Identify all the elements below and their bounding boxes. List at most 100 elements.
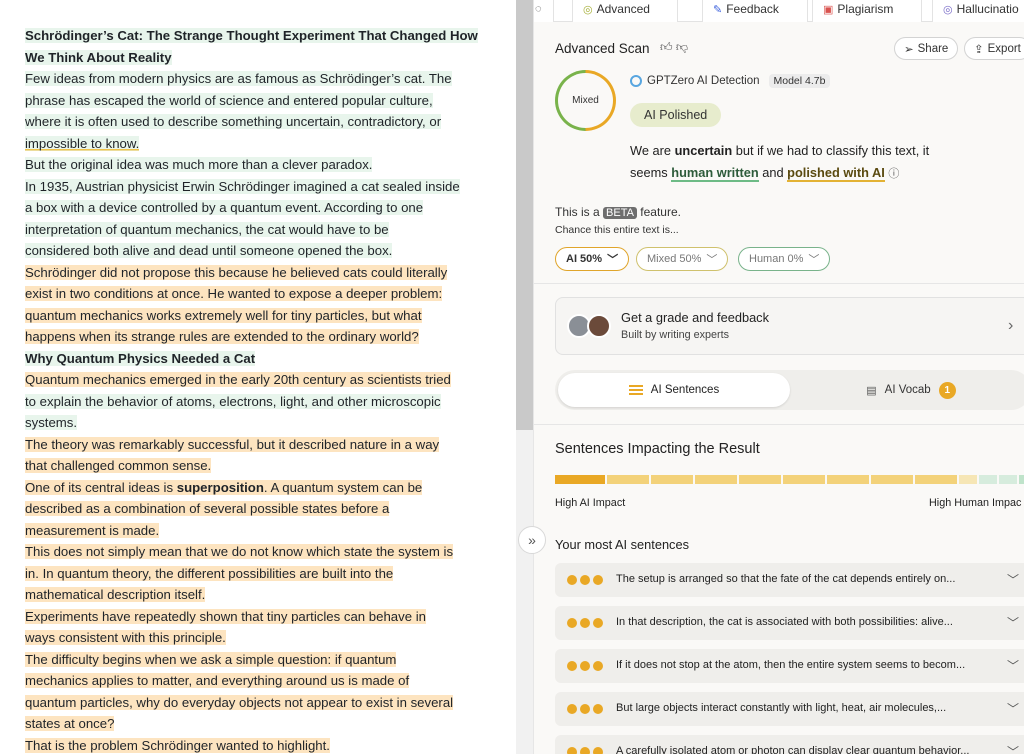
doc-line: systems.	[25, 415, 78, 430]
document-text: Schrödinger’s Cat: The Strange Thought E…	[25, 25, 495, 754]
impact-segment	[739, 475, 781, 484]
doc-line: Quantum mechanics emerged in the early 2…	[25, 372, 451, 387]
impact-segment	[959, 475, 977, 484]
impact-segment	[695, 475, 737, 484]
doc-line: ways consistent with this principle.	[25, 630, 226, 645]
detector-header: GPTZero AI Detection Model 4.7b	[630, 74, 831, 88]
tab-plagiarism[interactable]: ▣ Plagiarism	[812, 0, 922, 22]
sentence-text: If it does not stop at the atom, then th…	[616, 659, 966, 671]
doc-line: Few ideas from modern physics are as fam…	[25, 71, 452, 86]
avatar	[587, 314, 611, 338]
impact-segment	[555, 475, 605, 484]
score-ai-chip[interactable]: AI 50% ﹀	[555, 247, 630, 271]
doc-line: The theory was remarkably successful, bu…	[25, 436, 440, 452]
sentence-row[interactable]: In that description, the cat is associat…	[555, 606, 1024, 640]
results-panel: ◌ ◎ Advanced ✎ Feedback ▣ Plagiarism ◎ Hallu…	[533, 0, 1024, 754]
doc-keyword: superposition	[176, 479, 264, 495]
doc-line: quantum mechanics works extremely well f…	[25, 307, 422, 323]
gptzero-logo-icon: ◌	[535, 3, 542, 15]
impact-segment	[651, 475, 693, 484]
doc-line: Schrödinger did not propose this because…	[25, 264, 448, 280]
impact-segment	[979, 475, 997, 484]
chevron-down-icon: ﹀	[1007, 702, 1020, 716]
export-button[interactable]: ⇪ Export	[964, 37, 1024, 60]
divider	[534, 283, 1024, 284]
doc-line: a box with a device controlled by a quan…	[25, 200, 424, 215]
doc-heading: Why Quantum Physics Needed a Cat	[25, 350, 256, 366]
tab-bar: ◌ ◎ Advanced ✎ Feedback ▣ Plagiarism ◎ Hallu…	[534, 0, 1024, 22]
tab-hallucination[interactable]: ◎ Hallucinatio	[932, 0, 1024, 22]
chevron-down-icon: ﹀	[808, 254, 820, 266]
doc-line: states at once?	[25, 716, 115, 731]
sentence-row[interactable]: If it does not stop at the atom, then th…	[555, 649, 1024, 683]
doc-line: One of its central ideas is	[25, 479, 177, 495]
scrollbar-thumb[interactable]	[516, 0, 533, 430]
score-label: AI 50%	[566, 253, 603, 265]
grade-feedback-card[interactable]: Get a grade and feedback Built by writin…	[555, 297, 1024, 355]
document-pane: Schrödinger’s Cat: The Strange Thought E…	[0, 0, 516, 754]
impact-segment	[1019, 475, 1024, 484]
doc-line: phrase has escaped the world of science …	[25, 92, 433, 108]
sentence-text: But large objects interact constantly wi…	[616, 702, 947, 714]
detector-name: GPTZero AI Detection	[647, 75, 760, 87]
beta-line: This is a BETA feature.	[555, 205, 681, 219]
doc-line: impossible to know.	[25, 135, 140, 151]
most-ai-title: Your most AI sentences	[555, 537, 689, 552]
impact-segment	[827, 475, 869, 484]
upload-icon: ⇪	[974, 43, 984, 56]
double-chevron-right-icon: »	[528, 532, 536, 548]
sentence-row[interactable]: A carefully isolated atom or photon can …	[555, 735, 1024, 754]
collapse-panel-button[interactable]: »	[518, 526, 546, 554]
chevron-right-icon: ›	[1008, 317, 1014, 334]
doc-line: to explain the behavior of atoms, electr…	[25, 393, 441, 409]
thumbs-up-icon[interactable]: 👍︎	[660, 40, 673, 54]
grade-title: Get a grade and feedback	[621, 310, 769, 325]
doc-line: But the original idea was much more than…	[25, 157, 373, 172]
high-human-label: High Human Impac	[929, 497, 1022, 509]
score-human-chip[interactable]: Human 0% ﹀	[738, 247, 831, 271]
polished-ai-link[interactable]: polished with AI	[787, 164, 885, 182]
doc-line: The difficulty begins when we ask a simp…	[25, 651, 397, 667]
doc-line: that challenged common sense.	[25, 458, 212, 473]
doc-line: A quantum system can be	[267, 479, 423, 495]
impact-segment	[607, 475, 649, 484]
impact-dots	[567, 618, 603, 628]
gptzero-icon	[630, 75, 642, 87]
chevron-down-icon: ﹀	[1007, 659, 1020, 673]
sentence-row[interactable]: But large objects interact constantly wi…	[555, 692, 1024, 726]
score-label: Human 0%	[749, 253, 804, 265]
impact-dots	[567, 575, 603, 585]
view-toggle: AI Sentences ▤ AI Vocab 1	[555, 370, 1024, 410]
tab-label: Hallucinatio	[956, 2, 1019, 16]
ai-sentences-toggle[interactable]: AI Sentences	[558, 373, 790, 407]
sentence-row[interactable]: The setup is arranged so that the fate o…	[555, 563, 1024, 597]
result-ring: Mixed	[555, 70, 616, 131]
doc-line: Experiments have repeatedly shown that t…	[25, 608, 426, 624]
lines-icon	[628, 385, 643, 395]
score-mixed-chip[interactable]: Mixed 50% ﹀	[636, 247, 729, 271]
impact-dots	[567, 661, 603, 671]
beta-text: feature.	[636, 205, 681, 219]
doc-line: This does not simply mean that we do not…	[25, 544, 454, 559]
impact-segment	[915, 475, 957, 484]
tab-advanced[interactable]: ◎ Advanced	[572, 0, 678, 22]
doc-line: where it is often used to describe somet…	[25, 114, 442, 129]
tab-logo[interactable]: ◌	[534, 0, 554, 22]
doc-line: happens when its strange rules are exten…	[25, 329, 419, 344]
scrollbar-track[interactable]	[516, 430, 533, 754]
beta-text: This is a	[555, 205, 604, 219]
chance-label: Chance this entire text is...	[555, 224, 679, 236]
thumbs-down-icon[interactable]: 👎︎	[676, 40, 688, 54]
tab-feedback[interactable]: ✎ Feedback	[702, 0, 808, 22]
ai-vocab-toggle[interactable]: ▤ AI Vocab 1	[795, 373, 1024, 407]
vocab-icon: ▤	[866, 384, 877, 397]
model-badge: Model 4.7b	[768, 74, 831, 88]
sentence-text: In that description, the cat is associat…	[616, 616, 953, 628]
share-button[interactable]: ➢ Share	[894, 37, 959, 60]
spiral-icon: ◎	[943, 3, 953, 16]
info-icon[interactable]: ⓘ	[888, 168, 899, 180]
document-icon: ▣	[823, 3, 834, 16]
high-ai-label: High AI Impact	[555, 497, 626, 509]
human-written-link[interactable]: human written	[671, 164, 759, 182]
beta-badge: BETA	[603, 207, 637, 219]
